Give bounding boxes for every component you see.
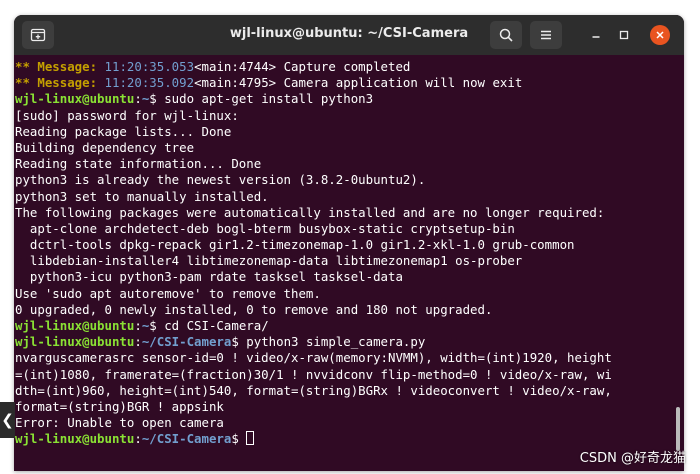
terminal-output[interactable]: ** Message: 11:20:35.053<main:4744> Capt…	[15, 59, 668, 471]
terminal-line: wjl-linux@ubuntu:~$ sudo apt-get install…	[15, 91, 668, 107]
terminal-text-segment: wjl-linux@ubuntu	[15, 431, 135, 447]
terminal-text-segment: The following packages were automaticall…	[15, 204, 605, 220]
terminal-text-segment: =(int)1080, framerate=(fraction)30/1 ! n…	[15, 366, 612, 382]
terminal-line: python3 set to manually installed.	[15, 189, 668, 205]
terminal-line: dctrl-tools dpkg-repack gir1.2-timezonem…	[15, 237, 668, 253]
terminal-text-segment: <main:4744> Capture completed	[194, 59, 411, 74]
terminal-text-segment: $ cd CSI-Camera/	[149, 318, 269, 333]
terminal-text-segment: Building dependency tree	[15, 139, 195, 155]
terminal-line: wjl-linux@ubuntu:~/CSI-Camera$	[15, 431, 668, 447]
new-tab-button[interactable]	[22, 21, 54, 49]
terminal-line: ** Message: 11:20:35.092<main:4795> Came…	[15, 75, 668, 91]
terminal-line: dth=(int)960, height=(int)540, format=(s…	[15, 383, 668, 399]
close-icon	[656, 31, 664, 39]
terminal-line: nvarguscamerasrc sensor-id=0 ! video/x-r…	[15, 350, 668, 366]
terminal-text-segment: wjl-linux@ubuntu	[15, 318, 135, 333]
search-button[interactable]	[490, 21, 522, 49]
hamburger-menu-icon	[541, 30, 551, 40]
maximize-icon	[619, 30, 629, 40]
watermark: CSDN @好奇龙猫	[579, 451, 686, 466]
terminal-text-segment: wjl-linux@ubuntu	[15, 91, 135, 107]
terminal-text-segment: 11:20:35.053	[104, 59, 195, 74]
terminal-text-segment: wjl-linux@ubuntu	[15, 334, 135, 350]
terminal-line: wjl-linux@ubuntu:~$ cd CSI-Camera/	[15, 318, 668, 334]
minimize-icon	[592, 36, 600, 38]
terminal-line: [sudo] password for wjl-linux:	[15, 108, 668, 124]
terminal-line: python3 is already the newest version (3…	[15, 172, 668, 188]
minimize-button[interactable]	[586, 25, 606, 45]
terminal-line: apt-clone archdetect-deb bogl-bterm busy…	[15, 221, 668, 237]
terminal-text-segment: dth=(int)960, height=(int)540, format=(s…	[15, 382, 612, 398]
terminal-text-segment: ~/CSI-Camera	[141, 334, 232, 350]
terminal-text-segment: [sudo] password for wjl-linux:	[15, 107, 239, 123]
chevron-left-icon: ❮	[1, 411, 14, 429]
terminal-text-segment: :	[134, 318, 142, 333]
terminal-line: python3-icu python3-pam rdate tasksel ta…	[15, 269, 668, 285]
terminal-text-segment: Reading state information... Done	[15, 156, 262, 172]
terminal-text-segment: $ python3 simple_camera.py	[231, 334, 426, 350]
terminal-text-segment: $ sudo apt-get install python3	[149, 91, 374, 107]
scrollbar-thumb[interactable]	[676, 407, 680, 451]
terminal-text-segment: python3-icu python3-pam rdate tasksel ta…	[15, 269, 403, 285]
terminal-text-segment: nvarguscamerasrc sensor-id=0 ! video/x-r…	[15, 350, 612, 366]
side-panel-toggle[interactable]: ❮	[0, 402, 15, 438]
text-cursor	[246, 431, 255, 446]
title-bar: wjl-linux@ubuntu: ~/CSI-Camera	[14, 15, 684, 55]
terminal-text-segment: python3 is already the newest version (3…	[15, 172, 426, 188]
terminal-text-segment: 0 upgraded, 0 newly installed, 0 to remo…	[15, 301, 493, 317]
terminal-line: 0 upgraded, 0 newly installed, 0 to remo…	[15, 302, 668, 318]
terminal-text-segment: libdebian-installer4 libtimezonemap-data…	[15, 253, 523, 269]
terminal-line: libdebian-installer4 libtimezonemap-data…	[15, 253, 668, 269]
terminal-text-segment: dctrl-tools dpkg-repack gir1.2-timezonem…	[15, 237, 575, 253]
terminal-text-segment: <main:4795> Camera application will now …	[194, 75, 523, 91]
terminal-text-segment: ** Message:	[15, 75, 105, 91]
search-icon	[499, 28, 513, 42]
terminal-text-segment: :	[134, 431, 142, 447]
terminal-line: =(int)1080, framerate=(fraction)30/1 ! n…	[15, 367, 668, 383]
terminal-line: Reading state information... Done	[15, 156, 668, 172]
terminal-window: wjl-linux@ubuntu: ~/CSI-Camera ** Messag…	[14, 15, 684, 471]
terminal-text-segment: :	[134, 91, 142, 107]
new-tab-icon	[30, 28, 46, 42]
window-title: wjl-linux@ubuntu: ~/CSI-Camera	[229, 26, 469, 41]
terminal-text-segment: Reading package lists... Done	[15, 123, 232, 139]
terminal-line: Building dependency tree	[15, 140, 668, 156]
terminal-text-segment: 11:20:35.092	[104, 75, 195, 91]
terminal-line: The following packages were automaticall…	[15, 205, 668, 221]
terminal-text-segment: Use 'sudo apt autoremove' to remove them…	[15, 285, 321, 301]
terminal-text-segment: Error: Unable to open camera	[15, 415, 224, 431]
terminal-line: Use 'sudo apt autoremove' to remove them…	[15, 286, 668, 302]
close-button[interactable]	[650, 25, 670, 45]
terminal-line: wjl-linux@ubuntu:~/CSI-Camera$ python3 s…	[15, 334, 668, 350]
terminal-text-segment: ** Message:	[15, 59, 105, 74]
terminal-text-segment: :	[134, 334, 142, 350]
terminal-text-segment: $	[231, 431, 247, 447]
terminal-text-segment: format=(string)BGR ! appsink	[15, 398, 224, 414]
terminal-text-segment: python3 set to manually installed.	[15, 188, 269, 204]
terminal-text-segment: ~/CSI-Camera	[141, 431, 232, 447]
menu-button[interactable]	[530, 21, 562, 49]
terminal-line: Reading package lists... Done	[15, 124, 668, 140]
terminal-line: ** Message: 11:20:35.053<main:4744> Capt…	[15, 59, 668, 75]
maximize-button[interactable]	[614, 25, 634, 45]
terminal-line: format=(string)BGR ! appsink	[15, 399, 668, 415]
terminal-text-segment: apt-clone archdetect-deb bogl-bterm busy…	[15, 220, 515, 236]
terminal-line: Error: Unable to open camera	[15, 415, 668, 431]
